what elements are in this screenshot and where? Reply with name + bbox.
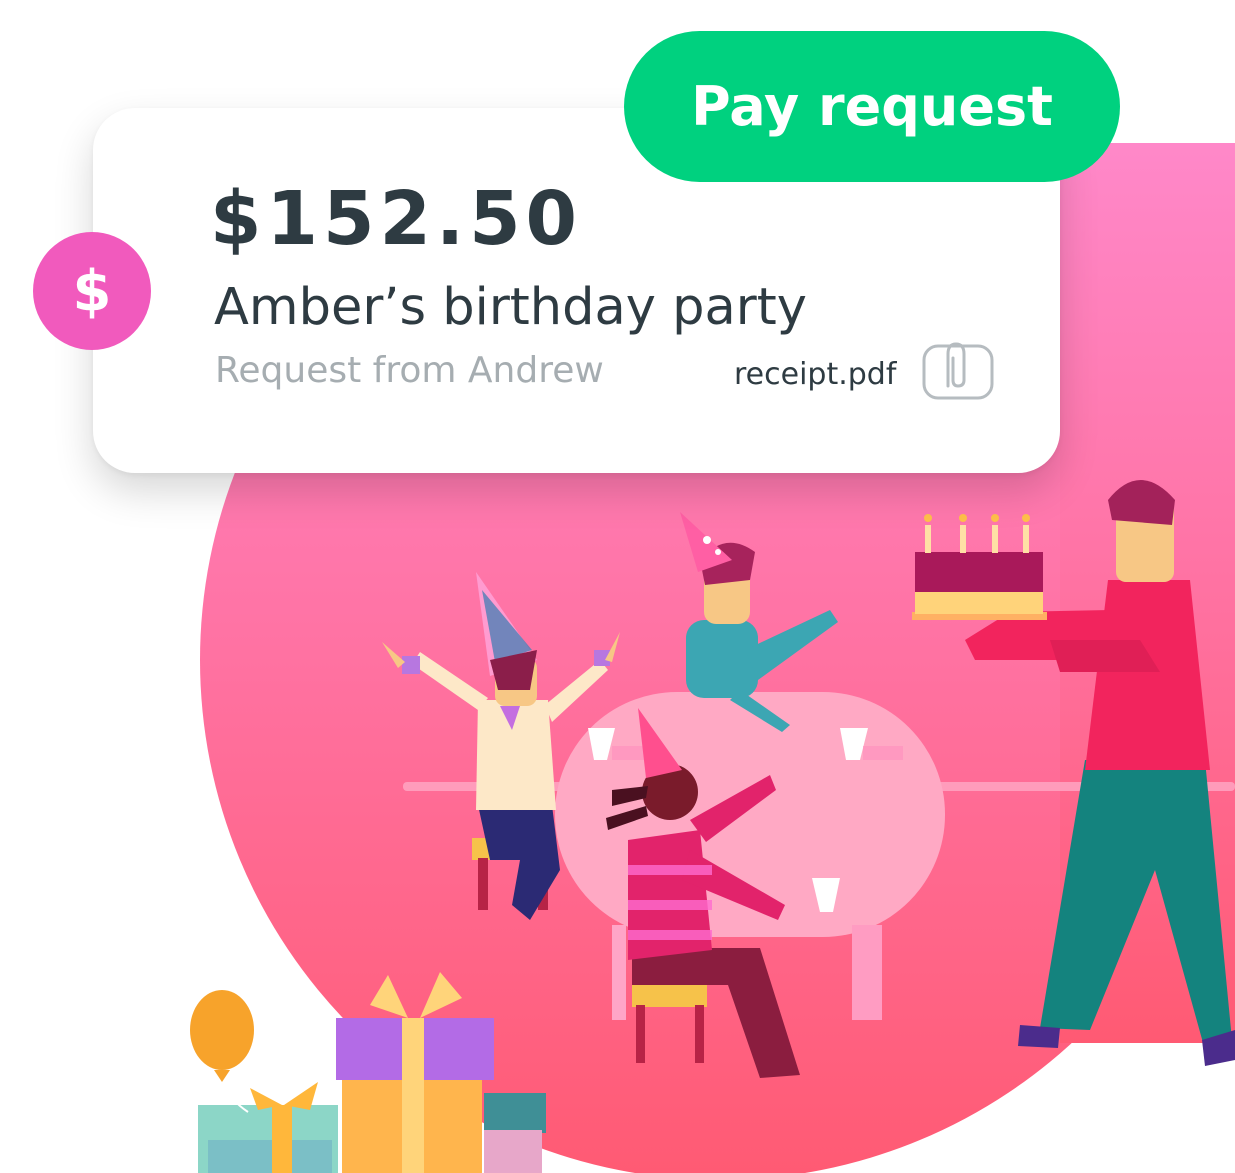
dollar-icon: $ [33,232,151,350]
balloon [190,990,254,1113]
request-amount: $152.50 [210,176,583,262]
pay-request-button[interactable]: Pay request [624,31,1120,182]
request-title: Amber’s birthday party [214,278,807,337]
dollar-symbol: $ [72,258,112,324]
attachment-filename[interactable]: receipt.pdf [734,360,896,390]
paperclip-icon[interactable] [922,340,994,400]
requester-text: Request from Andrew [215,350,604,391]
